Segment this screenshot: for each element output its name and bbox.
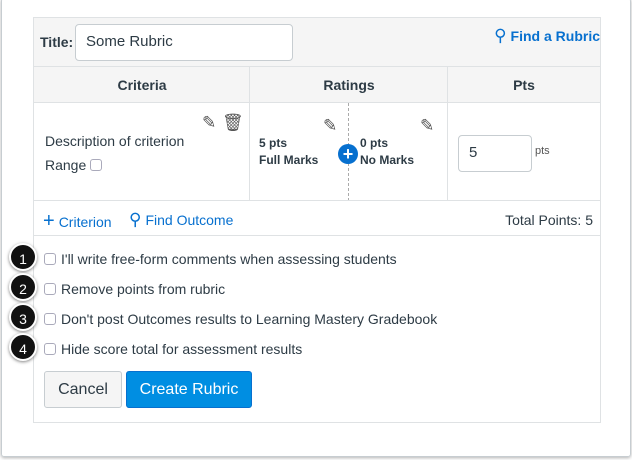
- option-hide-score-total[interactable]: Hide score total for assessment results: [44, 341, 302, 357]
- callout-badge-4: 4: [9, 333, 37, 361]
- callout-badge-3: 3: [9, 303, 37, 331]
- option-remove-points[interactable]: Remove points from rubric: [44, 281, 225, 297]
- column-header-ratings: Ratings: [250, 67, 448, 103]
- column-header-pts: Pts: [448, 67, 600, 103]
- divider: [34, 200, 600, 201]
- rubric-editor: Title: Some Rubric ⚲ Find a Rubric Crite…: [33, 17, 601, 423]
- add-criterion-button[interactable]: + Criterion: [43, 210, 112, 233]
- cancel-button[interactable]: Cancel: [44, 371, 122, 408]
- checkbox[interactable]: [44, 313, 56, 325]
- search-icon: ⚲: [494, 26, 507, 45]
- range-checkbox[interactable]: [90, 159, 103, 171]
- option-label: I'll write free-form comments when asses…: [61, 251, 397, 267]
- edit-criterion-icon[interactable]: ✎: [202, 113, 216, 133]
- title-bar: Title: Some Rubric ⚲ Find a Rubric: [34, 18, 600, 67]
- title-label: Title:: [40, 34, 74, 50]
- option-label: Remove points from rubric: [61, 281, 226, 297]
- rating-full: 5 pts Full Marks: [259, 136, 319, 167]
- create-rubric-button[interactable]: Create Rubric: [126, 371, 252, 408]
- add-criterion-label: Criterion: [58, 213, 112, 230]
- search-icon: ⚲: [129, 210, 142, 229]
- option-label: Hide score total for assessment results: [61, 341, 303, 357]
- divider: [249, 67, 250, 201]
- total-points: Total Points: 5: [505, 212, 593, 228]
- title-input[interactable]: Some Rubric: [75, 24, 293, 61]
- find-outcome-button[interactable]: ⚲ Find Outcome: [129, 210, 233, 230]
- divider: [447, 67, 448, 201]
- range-toggle[interactable]: Range: [45, 157, 103, 173]
- checkbox[interactable]: [44, 283, 56, 295]
- pts-unit: pts: [535, 145, 550, 157]
- find-rubric-link[interactable]: ⚲ Find a Rubric: [494, 26, 600, 46]
- rating-none: 0 pts No Marks: [360, 136, 415, 167]
- find-outcome-label: Find Outcome: [145, 212, 234, 228]
- checkbox[interactable]: [44, 343, 56, 355]
- callout-badge-1: 1: [9, 243, 37, 271]
- criterion-description: Description of criterion: [45, 133, 185, 149]
- option-label: Don't post Outcomes results to Learning …: [61, 311, 438, 327]
- delete-criterion-icon[interactable]: 🗑: [222, 113, 244, 133]
- option-free-form-comments[interactable]: I'll write free-form comments when asses…: [44, 251, 397, 267]
- divider: [34, 235, 600, 236]
- option-dont-post-outcomes[interactable]: Don't post Outcomes results to Learning …: [44, 311, 437, 327]
- find-rubric-label: Find a Rubric: [510, 28, 600, 44]
- points-input[interactable]: 5: [458, 135, 532, 172]
- plus-icon: +: [43, 210, 55, 232]
- edit-rating-icon[interactable]: ✎: [420, 116, 434, 136]
- edit-rating-icon[interactable]: ✎: [323, 116, 337, 136]
- range-label: Range: [45, 157, 87, 173]
- callout-badge-2: 2: [9, 273, 37, 301]
- checkbox[interactable]: [44, 253, 56, 265]
- column-header-criteria: Criteria: [34, 67, 250, 103]
- add-rating-icon[interactable]: +: [338, 144, 358, 164]
